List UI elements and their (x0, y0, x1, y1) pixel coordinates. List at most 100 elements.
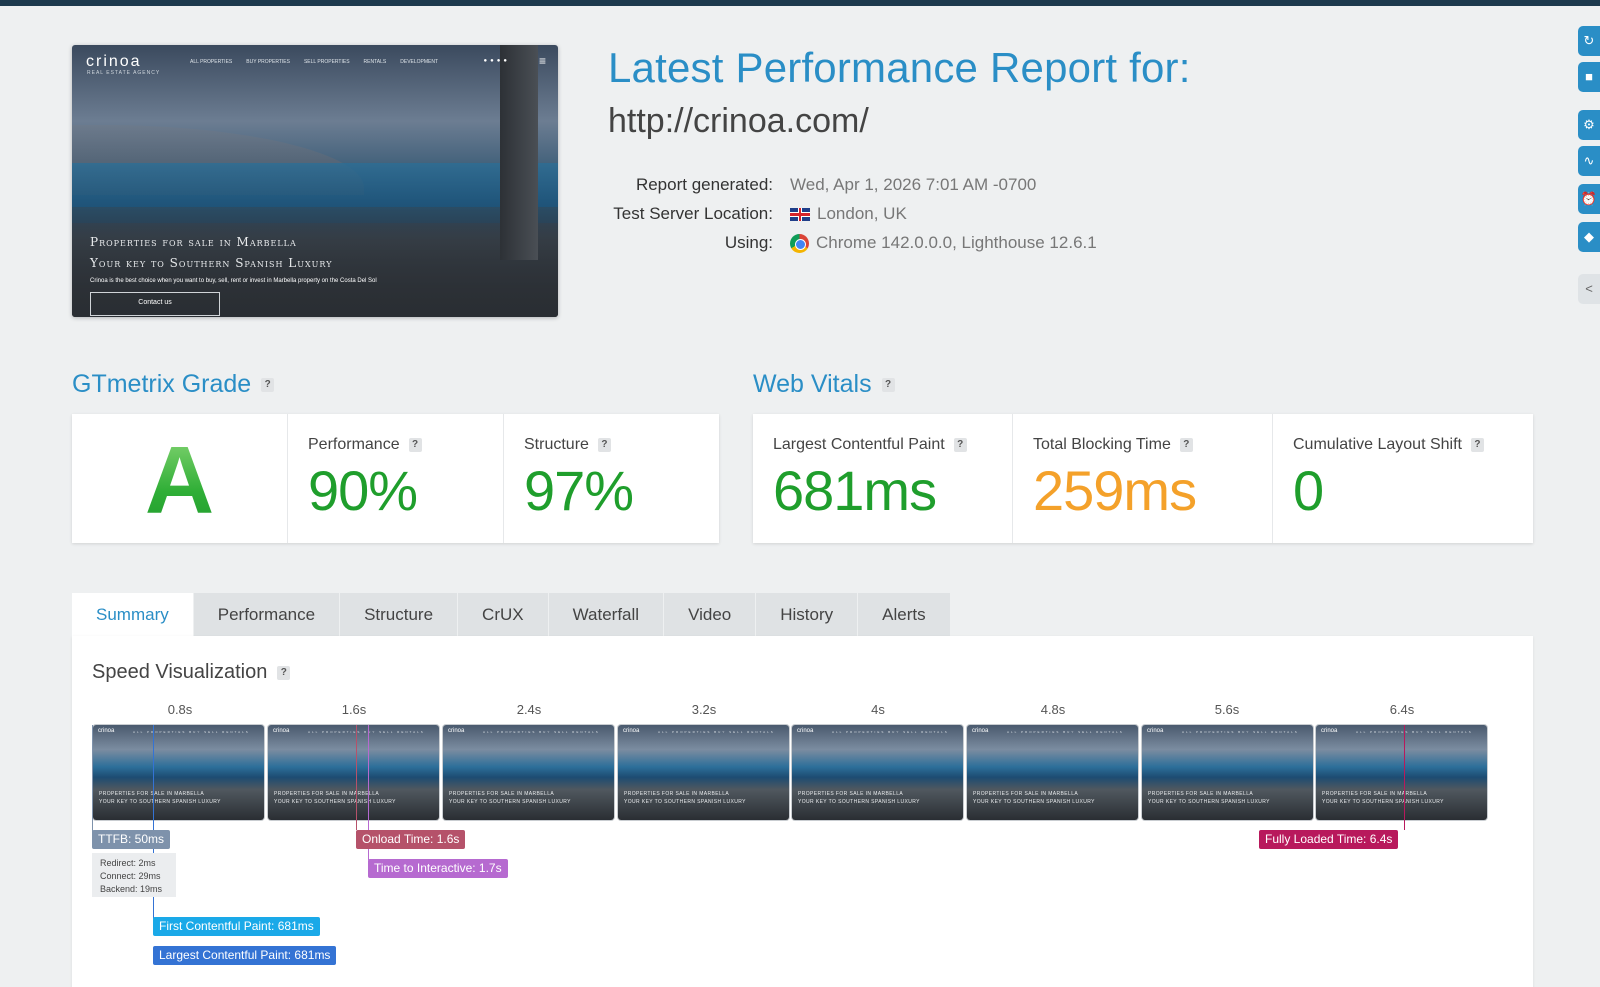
report-tabs: Summary Performance Structure CrUX Water… (72, 593, 951, 636)
frame-nav: ALL PROPERTIES BUY SELL RENTALS (1182, 730, 1299, 734)
frame-logo: crinoa (972, 728, 989, 734)
meta-value: Wed, Apr 1, 2026 7:01 AM -0700 (790, 175, 1036, 195)
help-icon[interactable]: ? (597, 438, 611, 452)
meta-row-location: Test Server Location: London, UK (600, 204, 1140, 233)
filmstrip-frame[interactable]: crinoa ALL PROPERTIES BUY SELL RENTALS PRO… (967, 725, 1138, 820)
report-title: Latest Performance Report for: (608, 44, 1191, 91)
screenshot-logo: crinoa (86, 53, 142, 70)
gear-icon[interactable]: ⚙ (1578, 110, 1600, 140)
frame-logo: crinoa (273, 728, 290, 734)
grade-letter: A (72, 426, 287, 536)
timeline-tick: 4.8s (1040, 702, 1066, 717)
screenshot-nav-item: BUY PROPERTIES (246, 59, 290, 65)
tab-history[interactable]: History (756, 593, 859, 636)
frame-logo: crinoa (797, 728, 814, 734)
page-screenshot[interactable]: crinoa REAL ESTATE AGENCY ALL PROPERTIES… (72, 45, 558, 317)
help-icon[interactable]: ? (881, 377, 895, 392)
help-icon[interactable]: ? (408, 438, 422, 452)
tab-summary[interactable]: Summary (72, 593, 194, 636)
filmstrip-frame[interactable]: crinoa ALL PROPERTIES BUY SELL RENTALS PRO… (443, 725, 614, 820)
filmstrip-frame[interactable]: crinoa ALL PROPERTIES BUY SELL RENTALS PRO… (1142, 725, 1313, 820)
meta-value-text: Chrome 142.0.0.0, Lighthouse 12.6.1 (816, 233, 1097, 252)
cls-label: Cumulative Layout Shift? (1293, 436, 1484, 454)
frame-nav: ALL PROPERTIES BUY SELL RENTALS (658, 730, 775, 734)
frame-logo: crinoa (1321, 728, 1338, 734)
timeline-tick: 4s (871, 702, 885, 717)
meta-key: Report generated: (635, 175, 773, 194)
frame-logo: crinoa (448, 728, 465, 734)
frame-logo: crinoa (98, 728, 115, 734)
tab-structure[interactable]: Structure (340, 593, 459, 636)
refresh-icon[interactable]: ↻ (1578, 26, 1600, 56)
frame-text: PROPERTIES FOR SALE IN MARBELLA (973, 791, 1079, 797)
frame-text: PROPERTIES FOR SALE IN MARBELLA (624, 791, 730, 797)
tab-waterfall[interactable]: Waterfall (548, 593, 665, 636)
tab-performance[interactable]: Performance (193, 593, 341, 636)
ttfb-line (92, 725, 93, 840)
report-url[interactable]: http://crinoa.com/ (608, 102, 869, 141)
help-icon[interactable]: ? (1179, 438, 1193, 452)
cls-value: 0 (1293, 459, 1324, 522)
document-icon[interactable]: ■ (1578, 62, 1600, 92)
alarm-icon[interactable]: ⏰ (1578, 184, 1600, 214)
screenshot-nav-item: RENTALS (363, 59, 387, 65)
speed-visualization-title: Speed Visualization ? (92, 661, 291, 684)
onload-line (356, 725, 357, 830)
timeline-tick: 0.8s (167, 702, 193, 717)
web-vitals-title: Web Vitals (753, 370, 872, 398)
fully-loaded-marker[interactable]: Fully Loaded Time: 6.4s (1259, 830, 1399, 849)
structure-value: 97% (524, 459, 634, 522)
structure-label: Structure? (524, 436, 611, 454)
filmstrip-frame[interactable]: crinoa ALL PROPERTIES BUY SELL RENTALS PRO… (93, 725, 264, 820)
pulse-icon[interactable]: ∿ (1578, 146, 1600, 176)
screenshot-headline-2: Your key to Southern Spanish Luxury (90, 256, 333, 270)
screenshot-social-icons: ●●●● (483, 58, 510, 64)
frame-logo: crinoa (1147, 728, 1164, 734)
filmstrip-frame[interactable]: crinoa ALL PROPERTIES BUY SELL RENTALS PRO… (268, 725, 439, 820)
screenshot-headline-1: Properties for sale in Marbella (90, 235, 297, 249)
screenshot-nav: ALL PROPERTIES BUY PROPERTIES SELL PROPE… (190, 59, 438, 65)
lcp-cell: Largest Contentful Paint? 681ms (753, 414, 1013, 543)
frame-text: PROPERTIES FOR SALE IN MARBELLA (99, 791, 205, 797)
ttfb-marker[interactable]: TTFB: 50ms (92, 830, 171, 849)
web-vitals-heading: Web Vitals ? (753, 370, 895, 399)
help-icon[interactable]: ? (261, 377, 275, 392)
tag-icon[interactable]: ◆ (1578, 222, 1600, 252)
help-icon[interactable]: ? (277, 665, 291, 680)
screenshot-nav-item: ALL PROPERTIES (190, 59, 233, 65)
timeline-tick: 5.6s (1214, 702, 1240, 717)
tab-video[interactable]: Video (664, 593, 757, 636)
tti-marker[interactable]: Time to Interactive: 1.7s (368, 859, 508, 878)
report-meta: Report generated: Wed, Apr 1, 2026 7:01 … (600, 175, 1140, 262)
lcp-value: 681ms (773, 459, 937, 522)
lcp-marker[interactable]: Largest Contentful Paint: 681ms (153, 946, 337, 965)
frame-text: PROPERTIES FOR SALE IN MARBELLA (449, 791, 555, 797)
filmstrip-frame[interactable]: crinoa ALL PROPERTIES BUY SELL RENTALS PRO… (618, 725, 789, 820)
tab-crux[interactable]: CrUX (458, 593, 549, 636)
frame-nav: ALL PROPERTIES BUY SELL RENTALS (832, 730, 949, 734)
help-icon[interactable]: ? (1470, 438, 1484, 452)
tab-alerts[interactable]: Alerts (858, 593, 951, 636)
tbt-value: 259ms (1033, 459, 1197, 522)
uk-flag-icon (790, 207, 810, 221)
frame-text: YOUR KEY TO SOUTHERN SPANISH LUXURY (1322, 799, 1444, 805)
frame-text: YOUR KEY TO SOUTHERN SPANISH LUXURY (1148, 799, 1270, 805)
chrome-icon (790, 233, 809, 253)
frame-nav: ALL PROPERTIES BUY SELL RENTALS (133, 730, 250, 734)
structure-cell: Structure? 97% (504, 414, 719, 543)
frame-text: PROPERTIES FOR SALE IN MARBELLA (1148, 791, 1254, 797)
timeline-tick: 3.2s (691, 702, 717, 717)
screenshot-nav-item: SELL PROPERTIES (303, 59, 350, 65)
frame-nav: ALL PROPERTIES BUY SELL RENTALS (1007, 730, 1124, 734)
filmstrip-frame[interactable]: crinoa ALL PROPERTIES BUY SELL RENTALS PRO… (792, 725, 963, 820)
fully-loaded-line (1404, 725, 1405, 830)
fcp-marker[interactable]: First Contentful Paint: 681ms (153, 917, 320, 936)
onload-marker[interactable]: Onload Time: 1.6s (356, 830, 466, 849)
share-icon[interactable]: < (1578, 274, 1600, 304)
filmstrip-frame[interactable]: crinoa ALL PROPERTIES BUY SELL RENTALS PRO… (1316, 725, 1487, 820)
help-icon[interactable]: ? (953, 438, 967, 452)
screenshot-cta: Contact us (90, 292, 220, 316)
frame-logo: crinoa (623, 728, 640, 734)
screenshot-logo-sub: REAL ESTATE AGENCY (87, 70, 161, 76)
timeline-tick: 2.4s (516, 702, 542, 717)
